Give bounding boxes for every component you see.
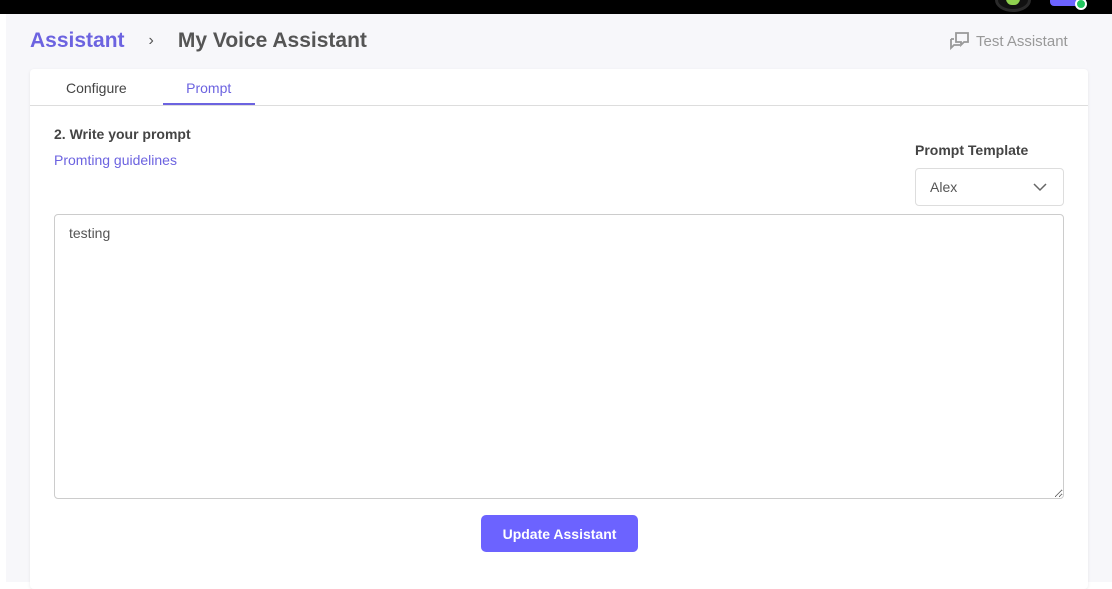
tab-bar: Configure Prompt [30, 69, 1088, 106]
prompt-template-value: Alex [930, 179, 958, 195]
test-assistant-label: Test Assistant [976, 32, 1068, 50]
test-assistant-button[interactable]: Test Assistant [948, 30, 1068, 52]
page: Assistant › My Voice Assistant Test Assi… [6, 14, 1112, 589]
top-bar [0, 0, 1112, 14]
prompt-template-label: Prompt Template [915, 142, 1029, 158]
chat-bubbles-icon [950, 32, 969, 51]
chevron-down-icon [1033, 183, 1047, 192]
prompt-template-select[interactable]: Alex [915, 168, 1064, 206]
tab-configure[interactable]: Configure [54, 69, 139, 105]
breadcrumb-assistant-link[interactable]: Assistant [30, 29, 125, 53]
tab-prompt[interactable]: Prompt [162, 69, 255, 105]
prompting-guidelines-link[interactable]: Promting guidelines [54, 152, 177, 168]
section-heading: 2. Write your prompt [54, 126, 191, 142]
prompt-textarea[interactable]: testing [54, 214, 1064, 499]
prompt-card: Configure Prompt 2. Write your prompt Pr… [30, 69, 1088, 589]
page-title: My Voice Assistant [177, 29, 367, 52]
breadcrumb-separator: › [148, 32, 154, 49]
breadcrumb: Assistant › My Voice Assistant [30, 29, 367, 53]
update-assistant-button[interactable]: Update Assistant [481, 515, 638, 552]
